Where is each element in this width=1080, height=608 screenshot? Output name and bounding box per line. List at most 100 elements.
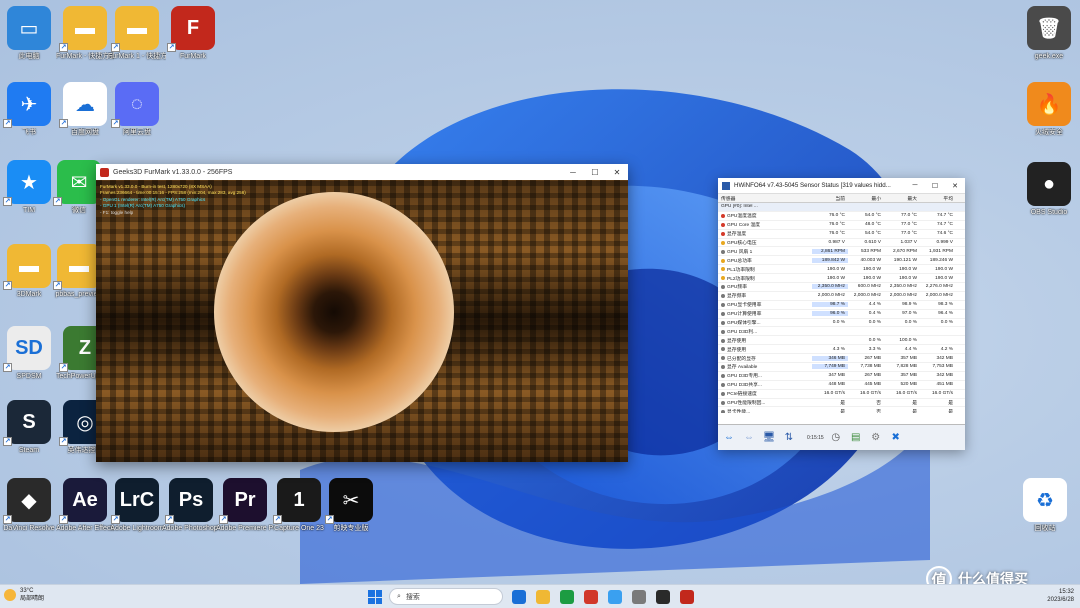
desktop-icon[interactable]: S ↗ Steam [0, 400, 58, 455]
column-header[interactable]: 当前 [812, 195, 848, 202]
sensor-type-icon [721, 222, 725, 227]
taskbar-app-icon[interactable] [560, 590, 574, 604]
clock-reset-icon[interactable]: ◷ [828, 430, 844, 446]
sensor-row[interactable]: GPU温度温度 76.0 °C 54.0 °C 77.0 °C 74.7 °C [718, 212, 965, 221]
shortcut-arrow-icon: ↗ [3, 197, 12, 206]
column-header[interactable]: 传感器 [718, 195, 812, 202]
sensor-row[interactable]: 显存使用 4.3 % 3.3 % 4.4 % 4.2 % [718, 345, 965, 355]
desktop-icon[interactable]: Pr↗Adobe Premiere Pro 2022 [216, 478, 274, 533]
desktop-icon-label: OBS Studio [1030, 209, 1068, 216]
desktop-icon[interactable]: 🗑 geek.exe [1020, 6, 1078, 61]
column-header[interactable]: 平均 [920, 195, 956, 202]
sensor-value: 190.0 W [935, 275, 953, 281]
weather-widget[interactable]: 33°C 局部晴朗 [4, 587, 44, 603]
sensor-value: 是 [912, 401, 917, 407]
shortcut-arrow-icon: ↗ [167, 43, 176, 52]
search-box[interactable]: ⌕ 搜索 [389, 588, 503, 605]
sensor-row[interactable]: GPU核心电压 0.987 V 0.610 V 1.037 V 0.999 V [718, 239, 965, 248]
nav-arrows-icon[interactable]: ⇔ [721, 430, 737, 446]
sensor-row[interactable]: 显卡性能... 是 否 是 是 [718, 407, 965, 413]
desktop-icon[interactable]: SD ↗ SPDSM [0, 326, 58, 381]
sensor-row[interactable]: 显存 Available 7,749 MB 7,738 MB 7,828 MB 7,75… [718, 363, 965, 372]
sensor-row[interactable]: GPU显卡使用率 98.7 % 4.4 % 98.9 % 98.3 % [718, 301, 965, 310]
desktop-icon[interactable]: ◌ ↗ 阿里云盘 [108, 82, 166, 137]
hwinfo-window[interactable]: HWiNFO64 v7.43-5045 Sensor Status [319 v… [718, 178, 965, 450]
desktop-icon[interactable]: ✂ ↗ 剪映专业版 [322, 478, 380, 533]
sensor-row[interactable]: GPU D3D利... [718, 327, 965, 337]
taskbar-app-icon[interactable] [584, 590, 598, 604]
sensor-row[interactable]: GPU D3D共享... 448 MB 445 MB 520 MB 451 MB [718, 381, 965, 390]
sensor-row[interactable]: GPU计算使用率 96.0 % 0.4 % 97.0 % 96.4 % [718, 310, 965, 319]
sensor-row[interactable]: GPU频率 2,350.0 MHz 600.0 MHz 2,350.0 MHz 2,27… [718, 283, 965, 292]
close-icon[interactable]: ✕ [945, 182, 965, 190]
desktop-icon[interactable]: Ae↗Adobe After Effects 2022 [56, 478, 114, 533]
app-icon: Ps ↗ [165, 478, 213, 524]
sensor-row[interactable]: GPU媒体引擎... 0.0 % 0.0 % 0.0 % 0.0 % [718, 319, 965, 328]
sensor-name: GPU D3D利... [718, 328, 812, 335]
furmark-titlebar[interactable]: Geeks3D FurMark v1.33.0.0 - 256FPS ─ ☐ ✕ [96, 164, 628, 180]
taskbar-app-icon[interactable] [536, 590, 550, 604]
desktop-icon[interactable]: ▬↗FurMark 1 - 快捷方式 [108, 6, 166, 61]
maximize-icon[interactable]: ☐ [584, 168, 606, 177]
taskbar-app-icon[interactable] [512, 590, 526, 604]
sensor-row[interactable]: GPU [#0]: Intel ... [718, 203, 965, 212]
start-button[interactable] [368, 590, 382, 604]
desktop-icon[interactable]: ♻ 回收站 [1016, 478, 1074, 533]
sensor-row[interactable]: GPU总功率 189.842 W 40.003 W 190.121 W 189.246 … [718, 256, 965, 266]
sensor-value: 40.003 W [860, 257, 881, 263]
desktop-icon[interactable]: ▬ ↗ FurMark - 快捷方式 [56, 6, 114, 61]
app-icon: ● [1027, 162, 1071, 206]
sensor-value: 96.4 % [938, 311, 953, 317]
desktop-icon[interactable]: ✈ ↗ 飞书 [0, 82, 58, 137]
nav-arrows-secondary-icon[interactable]: ⇔ [741, 430, 757, 446]
column-header[interactable]: 最小 [848, 195, 884, 202]
sensor-row[interactable]: 已分配的显存 346 MB 267 MB 357 MB 342 MB [718, 354, 965, 364]
settings-gear-icon[interactable]: ⚙ [868, 430, 884, 446]
sensor-value: 77.0 °C [900, 231, 917, 237]
taskbar-app-icon[interactable] [656, 590, 670, 604]
sensor-row[interactable]: PCIe链接速度 16.0 GT/s 16.0 GT/s 16.0 GT/s 16.0 … [718, 390, 965, 399]
close-sensors-icon[interactable]: ✖ [888, 430, 904, 446]
sensor-name: GPU Core 温度 [718, 221, 812, 228]
hwinfo-titlebar[interactable]: HWiNFO64 v7.43-5045 Sensor Status [319 v… [718, 178, 965, 194]
sensor-value: 7,738 MB [860, 364, 881, 370]
sensor-row[interactable]: GPU性能限制因... 是 否 是 是 [718, 399, 965, 408]
desktop-icon[interactable]: LrC ↗ Adobe Lightroom [108, 478, 166, 533]
sensor-value: 2,350.0 MHz [812, 284, 848, 290]
desktop-icon[interactable]: Ps↗Adobe Photoshop 2022 [162, 478, 220, 533]
sensor-table[interactable]: GPU [#0]: Intel ... GPU温度温度 76.0 °C 54.0 °C… [718, 203, 965, 413]
sensor-row[interactable]: PL1功率限制 190.0 W 190.0 W 190.0 W 190.0 W [718, 265, 965, 275]
taskbar-app-icon[interactable] [632, 590, 646, 604]
desktop-icon[interactable]: 🔥 火绒安全 [1020, 82, 1078, 137]
sensor-row[interactable]: GPU 风扇 1 2,861 RPM 533 RPM 2,670 RPM 1,931 R… [718, 247, 965, 257]
minimize-icon[interactable]: ─ [562, 168, 584, 177]
close-icon[interactable]: ✕ [606, 168, 628, 177]
sensor-value: 7,753 MB [932, 364, 953, 370]
sensor-switch-icon[interactable]: ⇅ [781, 430, 797, 446]
desktop-icon[interactable]: ◆ ↗ DaVinci Resolve [0, 478, 58, 533]
log-report-icon[interactable]: ▤ [848, 430, 864, 446]
maximize-icon[interactable]: ☐ [925, 182, 945, 190]
app-icon: ▬ ↗ [53, 244, 101, 290]
app-icon: ▬ ↗ [111, 6, 159, 52]
network-icon[interactable]: 🖥 [761, 430, 777, 446]
desktop-icon[interactable]: F ↗ FurMark [164, 6, 222, 61]
desktop-icon[interactable]: ☁ ↗ 百度网盘 [56, 82, 114, 137]
shortcut-arrow-icon: ↗ [3, 437, 12, 446]
sensor-row[interactable]: 显存使用 0.0 % 100.0 % [718, 336, 965, 346]
desktop-icon[interactable]: ● OBS Studio [1020, 162, 1078, 217]
shortcut-arrow-icon: ↗ [59, 119, 68, 128]
furmark-window[interactable]: Geeks3D FurMark v1.33.0.0 - 256FPS ─ ☐ ✕… [96, 164, 628, 462]
minimize-icon[interactable]: ─ [905, 182, 925, 190]
system-clock[interactable]: 15:32 2023/6/28 [1047, 588, 1074, 604]
taskbar-app-icon[interactable] [608, 590, 622, 604]
sensor-row[interactable]: 显存温度 76.0 °C 54.0 °C 77.0 °C 74.6 °C [718, 230, 965, 239]
column-header[interactable]: 最大 [884, 195, 920, 202]
sensor-row[interactable]: PL2功率限制 190.0 W 190.0 W 190.0 W 190.0 W [718, 274, 965, 284]
desktop-icon[interactable]: ▭ 此电脑 [0, 6, 58, 61]
sensor-row[interactable]: 显存频率 2,000.0 MHz 2,000.0 MHz 2,000.0 MHz 2,0… [718, 292, 965, 301]
sensor-row[interactable]: GPU Core 温度 76.0 °C 48.0 °C 77.0 °C 74.7 °C [718, 221, 965, 230]
sensor-row[interactable]: GPU D3D专用... 347 MB 267 MB 357 MB 342 MB [718, 372, 965, 381]
desktop-icon[interactable]: 1 ↗ Capture One 23 [270, 478, 328, 533]
taskbar-app-icon[interactable] [680, 590, 694, 604]
